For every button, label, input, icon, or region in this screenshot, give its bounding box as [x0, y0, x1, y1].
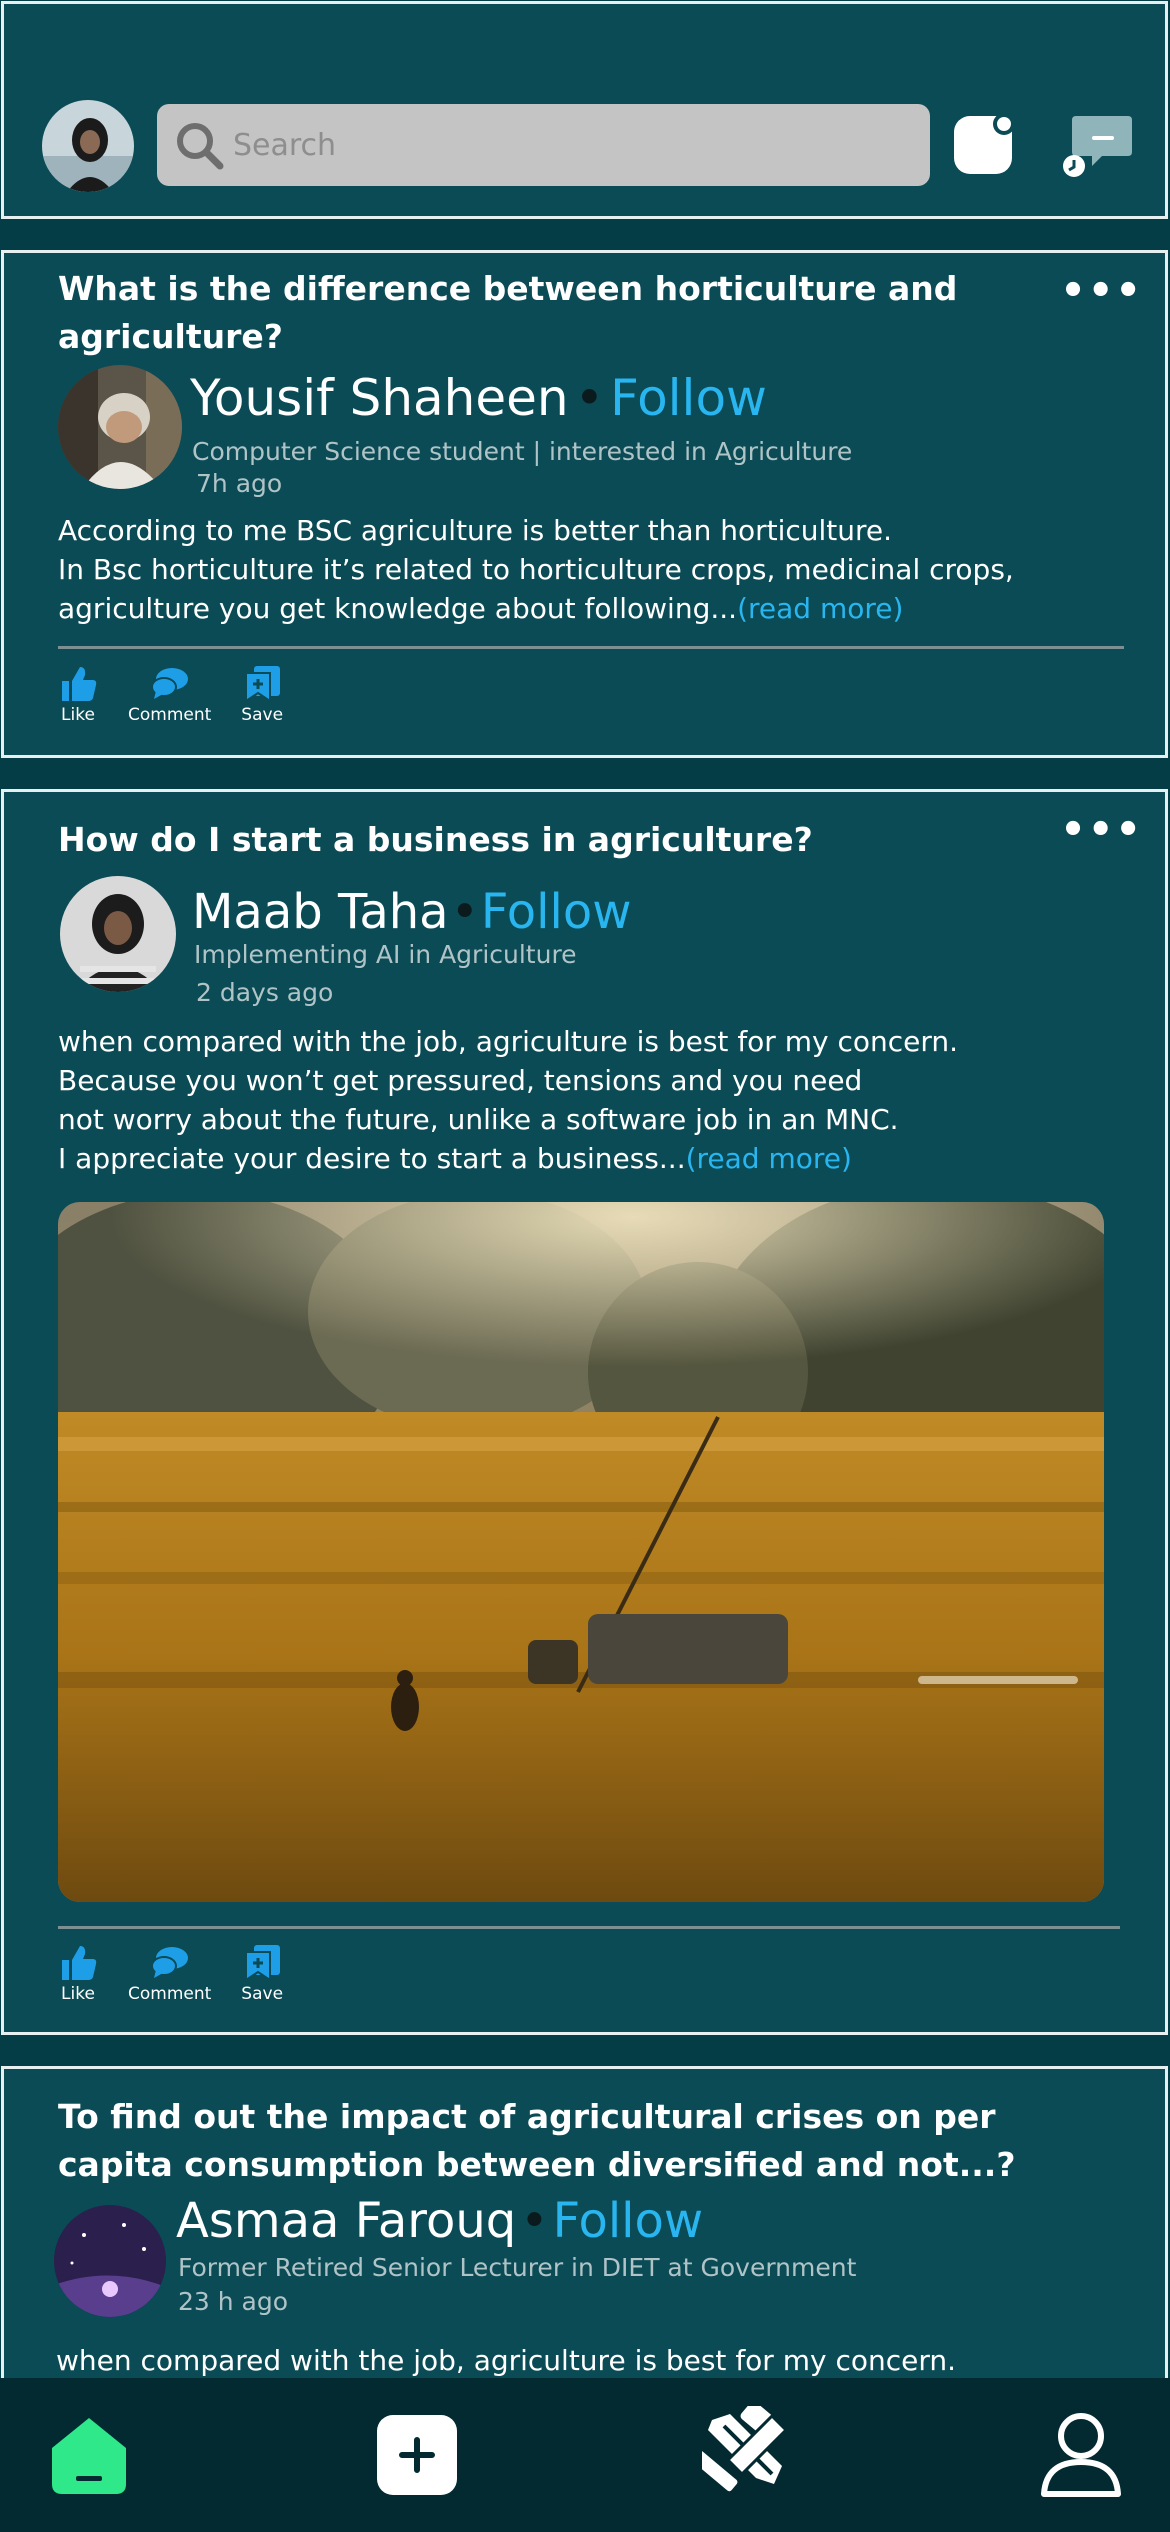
- read-more-link[interactable]: (read more): [686, 1142, 852, 1175]
- post-time: 7h ago: [196, 469, 283, 498]
- save-icon: [245, 1945, 281, 1982]
- post-body: when compared with the job, agriculture …: [58, 1022, 1098, 1178]
- post-image[interactable]: [58, 1202, 1104, 1902]
- search-input[interactable]: [233, 127, 833, 163]
- author-name[interactable]: Maab Taha: [192, 884, 449, 940]
- body-line: agriculture you get knowledge about foll…: [58, 592, 904, 625]
- divider: [58, 646, 1124, 649]
- comment-icon: [150, 668, 188, 699]
- question-title[interactable]: How do I start a business in agriculture…: [58, 816, 958, 864]
- nav-profile[interactable]: [1036, 2408, 1126, 2502]
- author-name[interactable]: Asmaa Farouq: [176, 2193, 516, 2249]
- follow-button[interactable]: Follow: [610, 369, 767, 427]
- tools-icon: [692, 2401, 789, 2492]
- post-card[interactable]: What is the difference between horticult…: [1, 250, 1168, 758]
- post-time: 2 days ago: [196, 978, 334, 1007]
- author-line: Maab Taha • Follow: [192, 884, 631, 940]
- author-line: Yousif Shaheen • Follow: [190, 369, 767, 427]
- nav-tools[interactable]: [692, 2401, 794, 2502]
- body-line: In Bsc horticulture it’s related to hort…: [58, 553, 1014, 586]
- top-bar: [1, 1, 1168, 219]
- author-bio: Computer Science student | interested in…: [192, 437, 853, 466]
- read-more-link[interactable]: (read more): [737, 592, 903, 625]
- author-name[interactable]: Yousif Shaheen: [190, 369, 569, 427]
- body-line: when compared with the job, agriculture …: [56, 2344, 957, 2377]
- separator-dot: •: [520, 2193, 549, 2249]
- author-avatar[interactable]: [60, 876, 176, 992]
- post-body: According to me BSC agriculture is bette…: [58, 511, 1098, 628]
- body-line: when compared with the job, agriculture …: [58, 1025, 959, 1058]
- chat-icon[interactable]: [1062, 112, 1134, 180]
- profile-icon: [1041, 2413, 1121, 2497]
- like-button[interactable]: Like: [58, 665, 98, 725]
- like-icon: [62, 1946, 97, 1980]
- save-button[interactable]: Save: [241, 665, 283, 725]
- question-title[interactable]: To find out the impact of agricultural c…: [58, 2093, 1058, 2189]
- post-body: when compared with the job, agriculture …: [56, 2341, 1096, 2380]
- save-icon: [245, 666, 281, 703]
- post-card[interactable]: How do I start a business in agriculture…: [1, 789, 1168, 2035]
- more-options-icon[interactable]: •••: [1060, 810, 1143, 850]
- add-icon: [377, 2415, 457, 2495]
- nav-add[interactable]: [376, 2414, 458, 2500]
- separator-dot: •: [450, 884, 479, 940]
- action-bar: Like Comment Save: [58, 665, 313, 725]
- author-line: Asmaa Farouq • Follow: [176, 2193, 703, 2249]
- user-avatar[interactable]: [40, 98, 136, 194]
- author-avatar[interactable]: [58, 365, 182, 489]
- more-options-icon[interactable]: •••: [1060, 271, 1143, 311]
- follow-button[interactable]: Follow: [481, 884, 632, 940]
- comment-button[interactable]: Comment: [128, 1944, 211, 2004]
- body-line: According to me BSC agriculture is bette…: [58, 514, 893, 547]
- search-icon: [177, 123, 224, 170]
- bottom-navigation: [0, 2378, 1170, 2532]
- like-button[interactable]: Like: [58, 1944, 98, 2004]
- post-time: 23 h ago: [178, 2287, 289, 2316]
- nav-home[interactable]: [46, 2412, 132, 2500]
- divider: [58, 1926, 1120, 1929]
- author-bio: Former Retired Senior Lecturer in DIET a…: [178, 2253, 857, 2282]
- like-icon: [62, 667, 97, 701]
- action-bar: Like Comment Save: [58, 1944, 313, 2004]
- author-bio: Implementing AI in Agriculture: [194, 940, 577, 969]
- author-avatar[interactable]: [54, 2205, 166, 2317]
- notification-icon[interactable]: [952, 112, 1018, 178]
- body-line: Because you won’t get pressured, tension…: [58, 1064, 863, 1097]
- comment-button[interactable]: Comment: [128, 665, 211, 725]
- save-button[interactable]: Save: [241, 1944, 283, 2004]
- comment-icon: [150, 1947, 188, 1978]
- home-icon: [52, 2418, 126, 2494]
- separator-dot: •: [574, 369, 605, 427]
- question-title[interactable]: What is the difference between horticult…: [58, 265, 958, 361]
- body-line: not worry about the future, unlike a sof…: [58, 1103, 899, 1136]
- search-bar[interactable]: [157, 104, 930, 186]
- body-line: I appreciate your desire to start a busi…: [58, 1142, 852, 1175]
- follow-button[interactable]: Follow: [553, 2193, 704, 2249]
